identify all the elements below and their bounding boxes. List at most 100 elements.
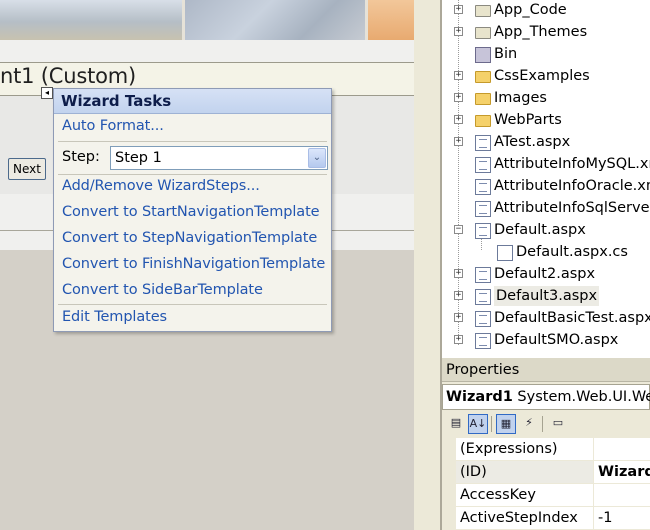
- expand-icon[interactable]: +: [454, 115, 463, 124]
- divider: [542, 416, 543, 432]
- tree-item[interactable]: + CssExamples: [442, 66, 650, 88]
- property-value[interactable]: Wizard1: [594, 461, 650, 483]
- tree-item[interactable]: + ATest.aspx: [442, 132, 650, 154]
- step-select-value: Step 1: [115, 150, 162, 166]
- expand-icon[interactable]: +: [454, 269, 463, 278]
- events-icon[interactable]: ⚡: [519, 414, 539, 434]
- pane-splitter[interactable]: [414, 0, 440, 530]
- tree-item[interactable]: + Default3.aspx: [442, 286, 650, 308]
- step-label: Step:: [62, 149, 100, 165]
- aspx-page-icon: [475, 311, 491, 327]
- property-value[interactable]: -1: [594, 507, 650, 529]
- divider: [491, 416, 492, 432]
- convert-finish-navigation-link[interactable]: Convert to FinishNavigationTemplate: [62, 256, 325, 272]
- property-row[interactable]: AccessKey: [442, 484, 650, 507]
- tree-item[interactable]: AttributeInfoMySQL.xml: [442, 154, 650, 176]
- properties-icon[interactable]: ▦: [496, 414, 516, 434]
- tree-item-label: DefaultSMO.aspx: [494, 332, 619, 348]
- aspx-page-icon: [475, 135, 491, 151]
- properties-title: Properties: [442, 358, 650, 382]
- expand-icon[interactable]: +: [454, 5, 463, 14]
- tree-item[interactable]: AttributeInfoOracle.xml: [442, 176, 650, 198]
- tree-item-label: Default.aspx: [494, 222, 586, 238]
- tree-item-label: CssExamples: [494, 68, 590, 84]
- smart-tag-arrow-icon[interactable]: ◂: [41, 87, 53, 99]
- folder-special-icon: [475, 5, 491, 17]
- expand-icon[interactable]: +: [454, 291, 463, 300]
- xml-file-icon: [475, 179, 491, 195]
- tree-item[interactable]: + Default2.aspx: [442, 264, 650, 286]
- property-row[interactable]: (Expressions): [442, 438, 650, 461]
- properties-toolbar: ▤ A↓ ▦ ⚡ ▭: [442, 412, 650, 436]
- convert-step-navigation-link[interactable]: Convert to StepNavigationTemplate: [62, 230, 317, 246]
- property-value[interactable]: [594, 484, 650, 506]
- collapse-icon[interactable]: −: [454, 225, 463, 234]
- tree-item[interactable]: AttributeInfoSqlServer: [442, 198, 650, 220]
- tree-item-label: DefaultBasicTest.aspx: [494, 310, 650, 326]
- expand-icon[interactable]: +: [454, 71, 463, 80]
- categorized-icon[interactable]: ▤: [446, 414, 466, 434]
- tree-item[interactable]: + DefaultSMO.aspx: [442, 330, 650, 352]
- tree-item[interactable]: + App_Code: [442, 0, 650, 22]
- tree-item[interactable]: + Images: [442, 88, 650, 110]
- banner-image-road: [0, 0, 182, 40]
- wizard-title: nt1 (Custom): [0, 64, 137, 88]
- aspx-page-icon: [475, 267, 491, 283]
- property-grid: (Expressions)(ID)Wizard1AccessKeyActiveS…: [442, 438, 650, 530]
- property-name: (ID): [442, 461, 594, 483]
- aspx-page-icon: [475, 289, 491, 305]
- edit-templates-link[interactable]: Edit Templates: [62, 309, 167, 325]
- bin-folder-icon: [475, 47, 491, 63]
- object-selector[interactable]: Wizard1 System.Web.UI.WebControls.Wizard: [442, 384, 650, 410]
- chevron-down-icon[interactable]: ⌄: [308, 148, 326, 168]
- divider: [58, 141, 327, 142]
- expand-icon[interactable]: +: [454, 27, 463, 36]
- alphabetical-icon[interactable]: A↓: [468, 414, 488, 434]
- property-row[interactable]: ActiveStepIndex -1: [442, 507, 650, 530]
- cs-file-icon: [497, 245, 513, 261]
- property-margin: [442, 507, 456, 530]
- tree-item-label: WebParts: [494, 112, 562, 128]
- tree-item-label: App_Themes: [494, 24, 588, 40]
- auto-format-link[interactable]: Auto Format...: [62, 118, 164, 134]
- expand-icon[interactable]: +: [454, 93, 463, 102]
- convert-start-navigation-link[interactable]: Convert to StartNavigationTemplate: [62, 204, 320, 220]
- property-pages-icon[interactable]: ▭: [548, 414, 568, 434]
- tree-item[interactable]: + WebParts: [442, 110, 650, 132]
- property-row[interactable]: (ID)Wizard1: [442, 461, 650, 484]
- object-type: System.Web.UI.WebControls.Wizard: [517, 389, 650, 405]
- tree-item-label: App_Code: [494, 2, 567, 18]
- object-name: Wizard1: [446, 389, 513, 405]
- tree-item[interactable]: + App_Themes: [442, 22, 650, 44]
- convert-sidebar-link[interactable]: Convert to SideBarTemplate: [62, 282, 263, 298]
- tasks-panel-title: Wizard Tasks: [54, 89, 331, 114]
- folder-icon: [475, 115, 491, 127]
- property-margin: [442, 484, 456, 507]
- property-value[interactable]: [594, 438, 650, 460]
- tree-item-label: Bin: [494, 46, 518, 62]
- property-name: AccessKey: [442, 484, 594, 506]
- step-select[interactable]: Step 1 ⌄: [110, 146, 328, 170]
- tree-item-label: AttributeInfoOracle.xml: [494, 178, 650, 194]
- property-margin: [442, 461, 456, 484]
- tree-item[interactable]: − Default.aspx: [442, 220, 650, 242]
- tree-item[interactable]: Bin: [442, 44, 650, 66]
- divider: [58, 174, 327, 175]
- page-banner: [0, 0, 414, 40]
- folder-icon: [475, 93, 491, 105]
- expand-icon[interactable]: +: [454, 335, 463, 344]
- add-remove-wizardsteps-link[interactable]: Add/Remove WizardSteps...: [62, 178, 260, 194]
- tree-item[interactable]: Default.aspx.cs: [442, 242, 650, 264]
- divider: [58, 304, 327, 305]
- expand-icon[interactable]: +: [454, 137, 463, 146]
- banner-image-sunset: [368, 0, 414, 40]
- property-name: (Expressions): [442, 438, 594, 460]
- expand-icon[interactable]: +: [454, 313, 463, 322]
- aspx-page-icon: [475, 333, 491, 349]
- next-button[interactable]: Next: [8, 158, 46, 180]
- banner-image-sky: [185, 0, 365, 40]
- property-margin: [442, 438, 456, 461]
- tree-item[interactable]: + DefaultBasicTest.aspx: [442, 308, 650, 330]
- folder-icon: [475, 71, 491, 83]
- xml-file-icon: [475, 157, 491, 173]
